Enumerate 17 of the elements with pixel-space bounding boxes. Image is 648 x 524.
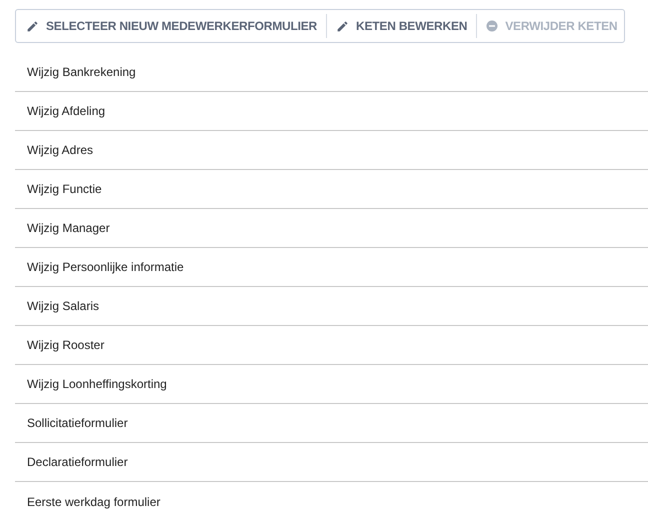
minus-circle-icon (486, 20, 498, 32)
form-list-item[interactable]: Declaratieformulier (27, 453, 128, 471)
pencil-icon (336, 20, 350, 32)
form-list-item[interactable]: Wijzig Adres (27, 141, 94, 159)
form-list-item[interactable]: Wijzig Loonheffingskorting (27, 375, 167, 393)
form-list-item[interactable]: Wijzig Afdeling (27, 102, 106, 120)
form-list-item[interactable]: Wijzig Manager (27, 219, 110, 237)
form-list-item[interactable]: Wijzig Persoonlijke informatie (27, 258, 184, 276)
toolbar-button[interactable]: SELECTEER NIEUW MEDEWERKERFORMULIER (26, 17, 318, 35)
form-list-item[interactable]: Wijzig Bankrekening (27, 63, 136, 81)
form-list-item[interactable]: Eerste werkdag formulier (27, 492, 160, 510)
form-list-item[interactable]: Wijzig Salaris (27, 297, 100, 315)
form-list-item[interactable]: Sollicitatieformulier (27, 414, 128, 432)
form-list-item[interactable]: Wijzig Functie (27, 180, 102, 198)
toolbar-button[interactable]: KETEN BEWERKEN (336, 17, 468, 35)
pencil-icon (26, 20, 39, 32)
form-list-item[interactable]: Wijzig Rooster (27, 336, 104, 354)
